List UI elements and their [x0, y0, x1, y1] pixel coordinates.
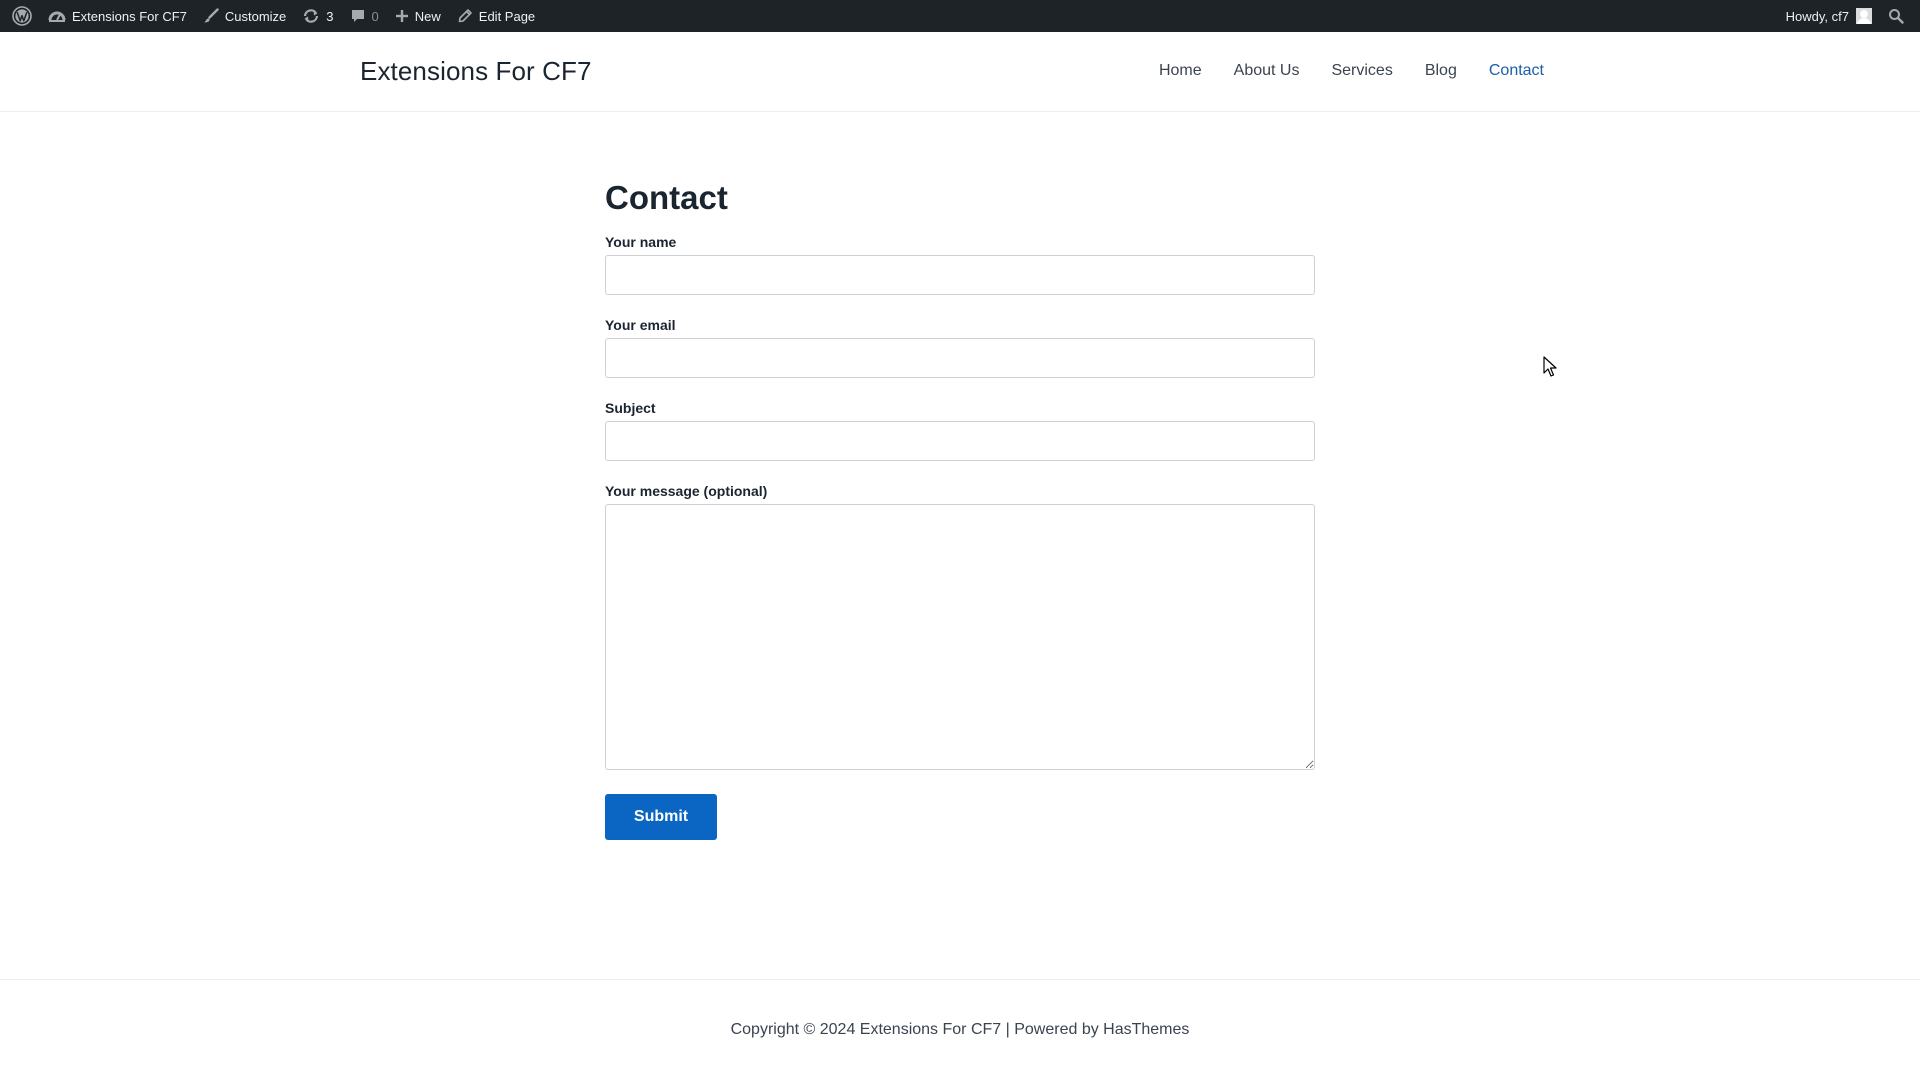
plus-icon	[395, 9, 409, 23]
nav-item-contact[interactable]: Contact	[1489, 62, 1544, 80]
customize-button[interactable]: Customize	[195, 0, 294, 32]
customize-label: Customize	[224, 8, 287, 24]
new-content-button[interactable]: New	[387, 0, 449, 32]
admin-bar: Extensions For CF7 Customize 3 0 New Edi…	[0, 0, 1920, 32]
message-label: Your message (optional)	[605, 482, 768, 499]
main-content: Contact Your name Your email Subject You…	[605, 112, 1315, 840]
name-label: Your name	[605, 233, 677, 250]
mouse-pointer-icon	[1543, 356, 1557, 378]
subject-label: Subject	[605, 399, 656, 416]
message-field-group: Your message (optional)	[605, 483, 1315, 770]
site-title[interactable]: Extensions For CF7	[360, 56, 592, 87]
nav-item-services[interactable]: Services	[1331, 62, 1392, 80]
site-footer: Copyright © 2024 Extensions For CF7 | Po…	[0, 979, 1920, 1080]
message-textarea[interactable]	[605, 503, 1315, 770]
admin-search-button[interactable]	[1880, 0, 1912, 32]
admin-bar-left: Extensions For CF7 Customize 3 0 New Edi…	[0, 0, 543, 32]
admin-bar-right: Howdy, cf7	[1778, 0, 1920, 32]
updates-button[interactable]: 3	[294, 0, 341, 32]
site-header: Extensions For CF7 Home About Us Service…	[0, 32, 1920, 112]
edit-page-label: Edit Page	[478, 8, 536, 24]
edit-page-button[interactable]: Edit Page	[449, 0, 543, 32]
email-label: Your email	[605, 316, 676, 333]
comments-button[interactable]: 0	[342, 0, 387, 32]
wordpress-logo-icon	[12, 6, 32, 26]
wordpress-logo-button[interactable]	[4, 0, 40, 32]
name-input[interactable]	[605, 254, 1315, 295]
search-icon	[1888, 8, 1904, 24]
avatar	[1856, 8, 1872, 24]
contact-form: Your name Your email Subject Your messag…	[605, 234, 1315, 840]
site-name-label: Extensions For CF7	[72, 8, 187, 24]
page-title: Contact	[605, 179, 728, 216]
site-name-menu[interactable]: Extensions For CF7	[40, 0, 195, 32]
pencil-icon	[457, 8, 473, 24]
nav-item-home[interactable]: Home	[1159, 62, 1202, 80]
comment-bubble-icon	[350, 8, 366, 24]
new-label: New	[414, 8, 441, 24]
nav-item-about-us[interactable]: About Us	[1234, 62, 1300, 80]
subject-field-group: Subject	[605, 400, 1315, 461]
updates-count: 3	[326, 8, 334, 24]
copyright-text: Copyright © 2024 Extensions For CF7 | Po…	[730, 1021, 1190, 1038]
updates-icon	[302, 8, 320, 24]
comments-count: 0	[371, 8, 379, 24]
email-field-group: Your email	[605, 317, 1315, 378]
main-navigation: Home About Us Services Blog Contact	[1127, 62, 1544, 80]
email-input[interactable]	[605, 337, 1315, 378]
nav-item-blog[interactable]: Blog	[1425, 62, 1457, 80]
my-account-menu[interactable]: Howdy, cf7	[1778, 0, 1880, 32]
paintbrush-icon	[203, 8, 219, 24]
submit-button[interactable]: Submit	[605, 793, 717, 840]
greeting-label: Howdy, cf7	[1785, 8, 1849, 24]
name-field-group: Your name	[605, 234, 1315, 295]
subject-input[interactable]	[605, 420, 1315, 461]
dashboard-icon	[48, 8, 66, 24]
